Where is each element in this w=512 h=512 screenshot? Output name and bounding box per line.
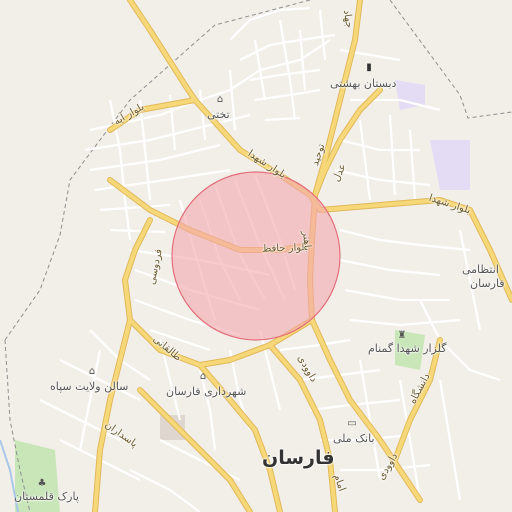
highlight-circle[interactable] (171, 171, 341, 341)
poi-label-bank: بانک ملی (333, 432, 375, 445)
poi-label-takhti: تختی (207, 108, 230, 121)
city-label: فارسان (262, 447, 335, 469)
special-area (430, 140, 470, 190)
government-building-icon: ⌂ (199, 371, 207, 382)
park-tree-icon: ♣ (37, 478, 47, 489)
school-icon: ▮ (366, 62, 372, 73)
poi-label-salon: سالن ولایت سپاه (50, 380, 129, 393)
landmark-icon: ⌂ (216, 94, 224, 105)
poi-label-shahrdari: شهرداری فارسان (166, 385, 247, 398)
monument-icon: ♜ (397, 330, 407, 341)
poi-label-entezami: انتظامی (462, 263, 499, 276)
road-label-bahonar: باهنر (299, 230, 313, 252)
hall-icon: ⌂ (88, 366, 96, 377)
poi-label-park: پارک قلمستان (14, 490, 79, 503)
road-label-jahad: جهاد (340, 9, 355, 29)
poi-label-golzar: گلزار شهدا گمنام (368, 342, 447, 355)
poi-label-dabestan: دبستان بهشتی (330, 77, 397, 90)
map-layer (0, 0, 512, 512)
bank-icon: ▭ (347, 418, 357, 429)
poi-label-entezami-farsan: فارسان (470, 277, 505, 290)
map-canvas[interactable]: ⌂ ▮ ♜ ⌂ ⌂ ▭ ♣ تختی دبستان بهشتی انتظامی … (0, 0, 512, 512)
